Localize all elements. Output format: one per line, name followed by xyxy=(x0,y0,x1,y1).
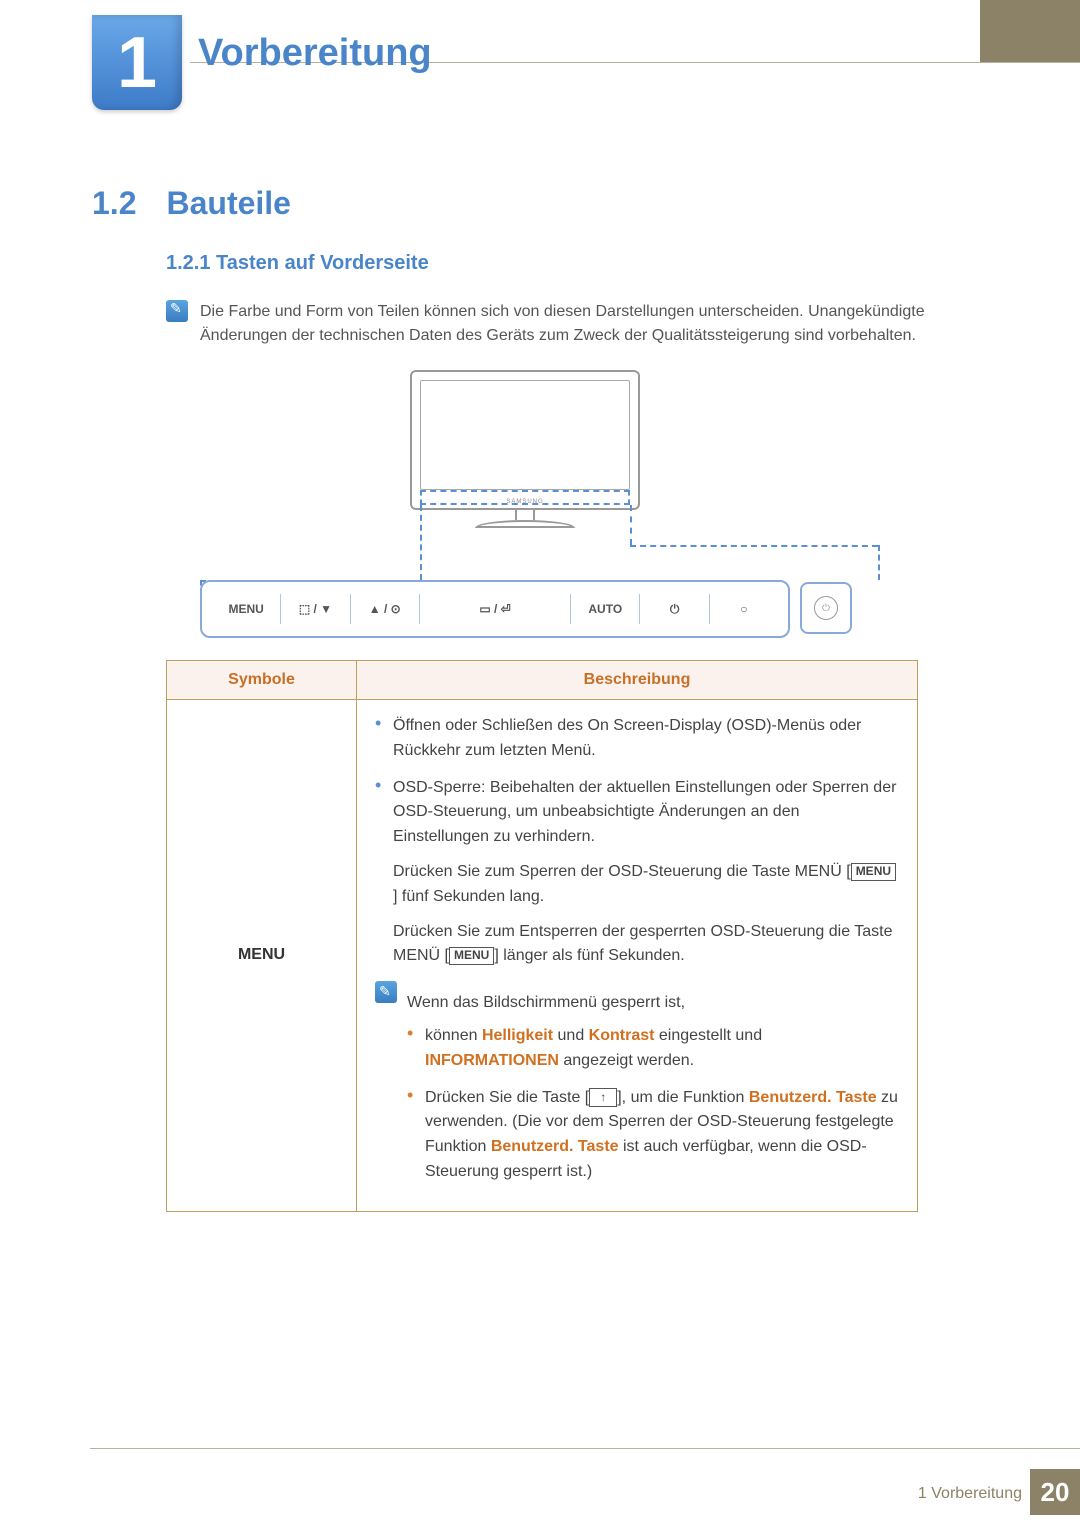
inner-note-intro: Wenn das Bildschirmmenü gesperrt ist, xyxy=(407,991,899,1016)
panel-btn-up: ▲ / ⊙ xyxy=(351,594,420,624)
button-panel: MENU ⬚ / ▼ ▲ / ⊙ ▭ / ⏎ AUTO ⏻ ○ xyxy=(200,580,790,638)
text: können xyxy=(425,1027,482,1044)
subsection-heading: 1.2.1 Tasten auf Vorderseite xyxy=(166,252,429,275)
footer-text: 1 Vorbereitung xyxy=(918,1485,1022,1503)
symbols-table: Symbole Beschreibung MENU Öffnen oder Sc… xyxy=(166,660,918,1212)
section-title: Bauteile xyxy=(166,185,290,222)
list-item: OSD-Sperre: Beibehalten der aktuellen Ei… xyxy=(375,776,899,970)
list-item: Drücken Sie die Taste [↑], um die Funkti… xyxy=(407,1086,899,1185)
chapter-badge: 1 xyxy=(92,15,182,110)
section-heading: 1.2 Bauteile xyxy=(92,185,291,222)
header-accent xyxy=(980,0,1080,62)
list-item: Öffnen oder Schließen des On Screen-Disp… xyxy=(375,714,899,764)
panel-btn-extra: ⏻ xyxy=(800,582,852,634)
monitor-stand-base xyxy=(475,520,575,528)
text: OSD-Sperre: Beibehalten der aktuellen Ei… xyxy=(393,779,896,846)
note-text: Die Farbe und Form von Teilen können sic… xyxy=(200,300,980,348)
monitor-screen xyxy=(420,380,630,490)
note-block: Die Farbe und Form von Teilen können sic… xyxy=(166,300,980,348)
keyword: Kontrast xyxy=(589,1027,655,1044)
panel-btn-auto: AUTO xyxy=(571,594,640,624)
keyword: INFORMATIONEN xyxy=(425,1052,559,1069)
keyword: Benutzerd. Taste xyxy=(749,1089,877,1106)
panel-btn-menu: MENU xyxy=(212,594,281,624)
note-icon xyxy=(166,300,188,322)
panel-btn-source: ▭ / ⏎ xyxy=(420,594,571,624)
cell-symbol-menu: MENU xyxy=(167,700,357,1212)
keyword: Helligkeit xyxy=(482,1027,553,1044)
text: ], um die Funktion xyxy=(617,1089,749,1106)
chapter-title: Vorbereitung xyxy=(198,32,432,75)
panel-btn-led: ○ xyxy=(710,594,778,624)
th-description: Beschreibung xyxy=(357,661,918,700)
panel-btn-power: ⏻ xyxy=(640,594,709,624)
text: eingestellt und xyxy=(654,1027,762,1044)
keyword: Benutzerd. Taste xyxy=(491,1138,619,1155)
chapter-number: 1 xyxy=(117,22,157,104)
text: angezeigt werden. xyxy=(559,1052,694,1069)
section-number: 1.2 xyxy=(92,185,136,222)
callout-line xyxy=(630,545,878,547)
note-icon xyxy=(375,981,397,1003)
arrow-box: ↑ xyxy=(589,1088,617,1107)
list-item: können Helligkeit und Kontrast eingestel… xyxy=(407,1024,899,1074)
cell-description: Öffnen oder Schließen des On Screen-Disp… xyxy=(357,700,918,1212)
menu-label-box: MENU xyxy=(851,863,896,881)
power-icon: ⏻ xyxy=(814,596,838,620)
paragraph: Drücken Sie zum Sperren der OSD-Steuerun… xyxy=(393,860,899,910)
monitor-outline: SAMSUNG xyxy=(410,370,640,510)
table-row: MENU Öffnen oder Schließen des On Screen… xyxy=(167,700,918,1212)
text: und xyxy=(553,1027,589,1044)
panel-btn-down: ⬚ / ▼ xyxy=(281,594,350,624)
th-symbols: Symbole xyxy=(167,661,357,700)
callout-line xyxy=(420,505,422,580)
text: Drücken Sie die Taste [ xyxy=(425,1089,589,1106)
text: ] länger als fünf Sekunden. xyxy=(494,947,684,964)
inner-note: Wenn das Bildschirmmenü gesperrt ist, kö… xyxy=(375,981,899,1197)
text: Drücken Sie zum Sperren der OSD-Steuerun… xyxy=(393,863,851,880)
paragraph: Drücken Sie zum Entsperren der gesperrte… xyxy=(393,920,899,970)
monitor-stand-neck xyxy=(515,510,535,520)
callout-line xyxy=(630,505,632,545)
callout-frame xyxy=(420,490,630,505)
text: ] fünf Sekunden lang. xyxy=(393,888,544,905)
callout-line xyxy=(878,545,880,580)
footer-rule xyxy=(90,1448,1080,1449)
menu-label-box: MENU xyxy=(449,947,494,965)
page-number: 20 xyxy=(1030,1469,1080,1515)
